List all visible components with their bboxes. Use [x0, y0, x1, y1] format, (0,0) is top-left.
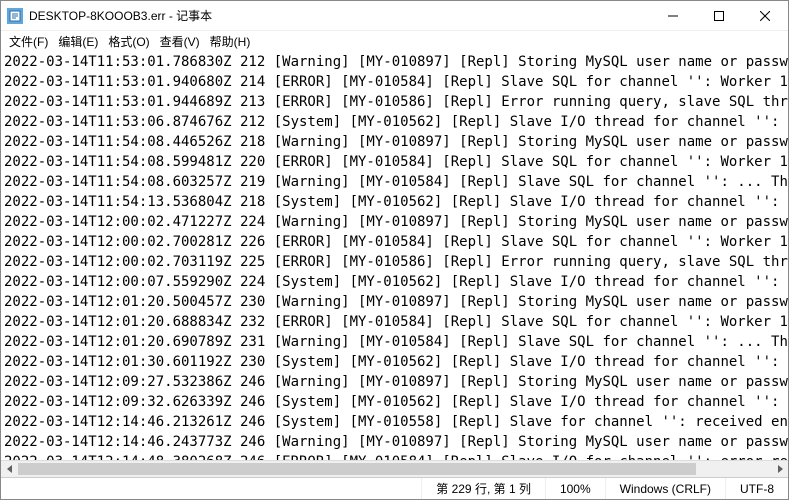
log-line: 2022-03-14T11:53:06.874676Z 212 [System]…	[4, 112, 785, 132]
log-line: 2022-03-14T12:00:02.700281Z 226 [ERROR] …	[4, 232, 785, 252]
log-line: 2022-03-14T12:00:07.559290Z 224 [System]…	[4, 272, 785, 292]
menu-format[interactable]: 格式(O)	[104, 32, 153, 51]
log-line: 2022-03-14T11:54:08.446526Z 218 [Warning…	[4, 132, 785, 152]
log-line: 2022-03-14T12:01:20.500457Z 230 [Warning…	[4, 292, 785, 312]
log-line: 2022-03-14T11:54:08.599481Z 220 [ERROR] …	[4, 152, 785, 172]
log-line: 2022-03-14T12:00:02.703119Z 225 [ERROR] …	[4, 252, 785, 272]
menu-view[interactable]: 查看(V)	[156, 32, 204, 51]
window-titlebar: DESKTOP-8KOOOB3.err - 记事本	[1, 1, 788, 31]
window-title: DESKTOP-8KOOOB3.err - 记事本	[29, 7, 650, 24]
log-line: 2022-03-14T11:54:08.603257Z 219 [Warning…	[4, 172, 785, 192]
log-line: 2022-03-14T11:53:01.940680Z 214 [ERROR] …	[4, 72, 785, 92]
text-content[interactable]: 2022-03-14T11:53:01.786830Z 212 [Warning…	[1, 51, 788, 460]
log-line: 2022-03-14T12:14:48.380268Z 246 [ERROR] …	[4, 452, 785, 460]
log-line: 2022-03-14T11:54:13.536804Z 218 [System]…	[4, 192, 785, 212]
menubar: 文件(F) 编辑(E) 格式(O) 查看(V) 帮助(H)	[1, 31, 788, 51]
notepad-app-icon	[7, 8, 23, 24]
status-line-ending: Windows (CRLF)	[605, 478, 725, 499]
close-button[interactable]	[742, 1, 788, 30]
scroll-left-button[interactable]	[1, 461, 18, 477]
scroll-track[interactable]	[18, 461, 771, 477]
log-line: 2022-03-14T12:09:32.626339Z 246 [System]…	[4, 392, 785, 412]
editor-area[interactable]: 2022-03-14T11:53:01.786830Z 212 [Warning…	[1, 51, 788, 477]
maximize-button[interactable]	[696, 1, 742, 30]
log-line: 2022-03-14T12:01:20.690789Z 231 [Warning…	[4, 332, 785, 352]
log-line: 2022-03-14T12:00:02.471227Z 224 [Warning…	[4, 212, 785, 232]
window-controls	[650, 1, 788, 30]
status-zoom: 100%	[545, 478, 605, 499]
menu-file[interactable]: 文件(F)	[5, 32, 52, 51]
menu-help[interactable]: 帮助(H)	[206, 32, 255, 51]
log-line: 2022-03-14T11:53:01.944689Z 213 [ERROR] …	[4, 92, 785, 112]
scroll-right-button[interactable]	[771, 461, 788, 477]
menu-edit[interactable]: 编辑(E)	[54, 32, 102, 51]
minimize-button[interactable]	[650, 1, 696, 30]
log-line: 2022-03-14T12:14:46.243773Z 246 [Warning…	[4, 432, 785, 452]
statusbar: 第 229 行, 第 1 列 100% Windows (CRLF) UTF-8	[1, 477, 788, 499]
log-line: 2022-03-14T12:14:46.213261Z 246 [System]…	[4, 412, 785, 432]
log-line: 2022-03-14T12:01:20.688834Z 232 [ERROR] …	[4, 312, 785, 332]
status-encoding: UTF-8	[725, 478, 788, 499]
status-position: 第 229 行, 第 1 列	[421, 478, 545, 499]
scroll-thumb[interactable]	[18, 463, 696, 475]
log-line: 2022-03-14T11:53:01.786830Z 212 [Warning…	[4, 52, 785, 72]
horizontal-scrollbar[interactable]	[1, 460, 788, 477]
log-line: 2022-03-14T12:09:27.532386Z 246 [Warning…	[4, 372, 785, 392]
log-line: 2022-03-14T12:01:30.601192Z 230 [System]…	[4, 352, 785, 372]
